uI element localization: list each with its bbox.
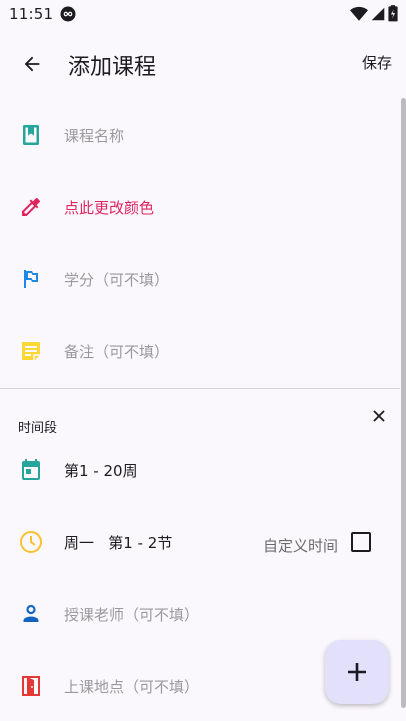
battery-icon xyxy=(388,5,398,22)
teacher-field[interactable]: 授课老师（可不填） xyxy=(0,586,400,642)
plus-icon xyxy=(348,663,366,681)
clock-icon xyxy=(20,531,42,553)
weeks-selector[interactable]: 第1 - 20周 xyxy=(0,442,400,498)
back-button[interactable] xyxy=(14,46,50,82)
course-name-placeholder: 课程名称 xyxy=(64,127,125,145)
teacher-placeholder: 授课老师（可不填） xyxy=(64,606,200,624)
change-color-label: 点此更改颜色 xyxy=(64,199,155,217)
close-icon xyxy=(373,410,385,422)
save-button[interactable]: 保存 xyxy=(362,52,392,73)
location-placeholder: 上课地点（可不填） xyxy=(64,678,200,696)
note-placeholder: 备注（可不填） xyxy=(64,343,170,361)
calendar-icon xyxy=(22,459,40,480)
credit-placeholder: 学分（可不填） xyxy=(64,271,170,289)
course-name-field[interactable]: 课程名称 xyxy=(0,107,400,163)
status-time: 11:51 xyxy=(9,5,54,23)
day-period-label: 周一 第1 - 2节 xyxy=(64,534,173,552)
app-bar: 添加课程 保存 xyxy=(0,30,406,96)
book-icon xyxy=(23,125,39,145)
custom-time-label: 自定义时间 xyxy=(263,537,339,555)
add-time-slot-button[interactable] xyxy=(325,640,389,704)
door-icon xyxy=(22,676,40,696)
signal-icon xyxy=(371,7,385,20)
eyedropper-icon xyxy=(22,198,40,216)
person-icon xyxy=(23,604,39,622)
page-title: 添加课程 xyxy=(68,55,157,80)
time-section-title: 时间段 xyxy=(18,421,58,436)
custom-time-checkbox[interactable] xyxy=(351,532,371,552)
status-bar: 11:51 xyxy=(0,0,406,30)
add-course-screen: 11:51 添加课程 保存 课程名称 点此更改颜色 学分（可不填） 备注（可不填… xyxy=(0,0,406,721)
color-picker-row[interactable]: 点此更改颜色 xyxy=(0,179,400,235)
note-icon xyxy=(22,342,40,360)
credit-field[interactable]: 学分（可不填） xyxy=(0,251,400,307)
status-indicators xyxy=(350,5,398,22)
scrollbar[interactable] xyxy=(401,98,406,708)
app-notification-icon xyxy=(60,6,76,22)
day-period-selector[interactable]: 周一 第1 - 2节 xyxy=(0,514,400,570)
wifi-icon xyxy=(350,6,368,21)
remove-time-slot-button[interactable] xyxy=(368,405,390,427)
arrow-back-icon xyxy=(24,56,40,72)
flag-icon xyxy=(24,270,38,288)
section-divider xyxy=(0,388,400,389)
weeks-label: 第1 - 20周 xyxy=(64,462,138,480)
note-field[interactable]: 备注（可不填） xyxy=(0,323,400,379)
